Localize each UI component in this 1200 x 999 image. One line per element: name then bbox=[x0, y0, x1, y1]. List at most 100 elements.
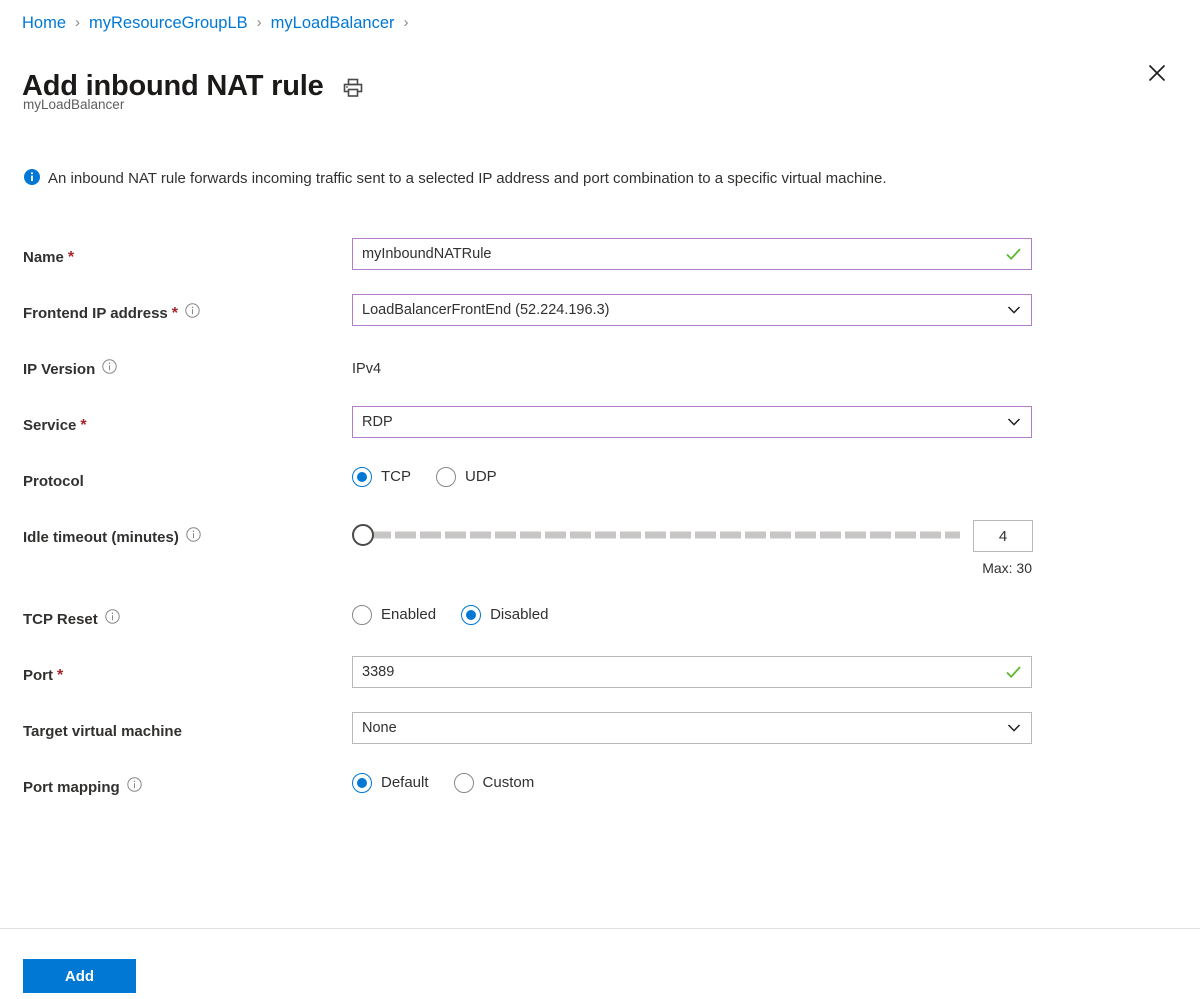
breadcrumb-separator: › bbox=[75, 13, 80, 33]
breadcrumb-item-resource-group[interactable]: myResourceGroupLB bbox=[89, 13, 248, 33]
control-protocol: TCP UDP bbox=[352, 462, 1200, 487]
frontend-ip-dropdown[interactable]: LoadBalancerFrontEnd (52.224.196.3) bbox=[352, 294, 1032, 326]
info-icon[interactable] bbox=[127, 777, 142, 799]
label-port-text: Port bbox=[23, 665, 53, 687]
form-row-target-vm: Target virtual machine None bbox=[0, 712, 1200, 768]
chevron-down-icon bbox=[1006, 414, 1022, 430]
label-name: Name * bbox=[0, 238, 352, 269]
protocol-option-udp[interactable]: UDP bbox=[436, 467, 497, 487]
label-idle-timeout: Idle timeout (minutes) bbox=[0, 518, 352, 549]
breadcrumb-item-load-balancer[interactable]: myLoadBalancer bbox=[271, 13, 395, 33]
service-value: RDP bbox=[362, 414, 393, 430]
tcp-reset-option-enabled-label: Enabled bbox=[381, 605, 436, 625]
label-port-mapping-text: Port mapping bbox=[23, 777, 120, 799]
info-icon[interactable] bbox=[186, 527, 201, 549]
breadcrumb-separator: › bbox=[257, 13, 262, 33]
label-target-vm: Target virtual machine bbox=[0, 712, 352, 743]
form-row-service: Service * RDP bbox=[0, 406, 1200, 462]
radio-indicator bbox=[352, 605, 372, 625]
label-name-text: Name bbox=[23, 247, 64, 269]
form-row-ip-version: IP Version IPv4 bbox=[0, 350, 1200, 406]
tcp-reset-radio-group: Enabled Disabled bbox=[352, 600, 1200, 625]
required-asterisk: * bbox=[172, 303, 178, 325]
control-name: myInboundNATRule bbox=[352, 238, 1200, 270]
info-icon[interactable] bbox=[102, 359, 117, 381]
label-idle-timeout-text: Idle timeout (minutes) bbox=[23, 527, 179, 549]
checkmark-icon bbox=[1005, 664, 1022, 681]
port-mapping-option-default[interactable]: Default bbox=[352, 773, 429, 793]
control-frontend-ip: LoadBalancerFrontEnd (52.224.196.3) bbox=[352, 294, 1200, 326]
port-mapping-radio-group: Default Custom bbox=[352, 768, 1200, 793]
frontend-ip-value: LoadBalancerFrontEnd (52.224.196.3) bbox=[362, 302, 609, 318]
required-asterisk: * bbox=[68, 247, 74, 269]
control-port-mapping: Default Custom bbox=[352, 768, 1200, 793]
port-input[interactable]: 3389 bbox=[352, 656, 1032, 688]
form-row-port-mapping: Port mapping Default bbox=[0, 768, 1200, 824]
radio-indicator bbox=[352, 773, 372, 793]
name-input[interactable]: myInboundNATRule bbox=[352, 238, 1032, 270]
tcp-reset-option-enabled[interactable]: Enabled bbox=[352, 605, 436, 625]
label-service-text: Service bbox=[23, 415, 76, 437]
radio-indicator bbox=[454, 773, 474, 793]
chevron-down-icon bbox=[1006, 720, 1022, 736]
port-input-value: 3389 bbox=[362, 664, 394, 680]
radio-indicator bbox=[352, 467, 372, 487]
breadcrumb-item-home[interactable]: Home bbox=[22, 13, 66, 33]
form-row-port: Port * 3389 bbox=[0, 656, 1200, 712]
info-banner-text: An inbound NAT rule forwards incoming tr… bbox=[48, 166, 887, 191]
chevron-down-icon bbox=[1006, 302, 1022, 318]
control-service: RDP bbox=[352, 406, 1200, 438]
label-ip-version: IP Version bbox=[0, 350, 352, 381]
info-circle-icon bbox=[24, 169, 40, 190]
breadcrumb: Home › myResourceGroupLB › myLoadBalance… bbox=[22, 13, 418, 33]
idle-timeout-input[interactable]: 4 bbox=[973, 520, 1033, 552]
required-asterisk: * bbox=[80, 415, 86, 437]
label-service: Service * bbox=[0, 406, 352, 437]
info-icon[interactable] bbox=[185, 303, 200, 325]
close-icon[interactable] bbox=[1142, 58, 1172, 88]
idle-timeout-max-note: Max: 30 bbox=[982, 560, 1033, 576]
protocol-option-tcp[interactable]: TCP bbox=[352, 467, 411, 487]
control-target-vm: None bbox=[352, 712, 1200, 744]
label-protocol-text: Protocol bbox=[23, 471, 84, 493]
target-vm-dropdown[interactable]: None bbox=[352, 712, 1032, 744]
label-target-vm-text: Target virtual machine bbox=[23, 721, 182, 743]
control-tcp-reset: Enabled Disabled bbox=[352, 600, 1200, 625]
add-button[interactable]: Add bbox=[23, 959, 136, 993]
form-row-tcp-reset: TCP Reset Enabled bbox=[0, 600, 1200, 656]
port-mapping-option-custom[interactable]: Custom bbox=[454, 773, 535, 793]
add-inbound-nat-rule-blade: Home › myResourceGroupLB › myLoadBalance… bbox=[0, 0, 1200, 999]
label-tcp-reset: TCP Reset bbox=[0, 600, 352, 631]
label-frontend-ip: Frontend IP address * bbox=[0, 294, 352, 325]
ip-version-value: IPv4 bbox=[352, 350, 1200, 379]
label-frontend-ip-text: Frontend IP address bbox=[23, 303, 168, 325]
protocol-option-tcp-label: TCP bbox=[381, 467, 411, 487]
port-mapping-option-default-label: Default bbox=[381, 773, 429, 793]
port-mapping-option-custom-label: Custom bbox=[483, 773, 535, 793]
footer-divider bbox=[0, 928, 1200, 929]
tcp-reset-option-disabled[interactable]: Disabled bbox=[461, 605, 548, 625]
nat-rule-form: Name * myInboundNATRule Frontend IP addr… bbox=[0, 238, 1200, 824]
idle-timeout-value-column: 4 Max: 30 bbox=[973, 520, 1033, 576]
page-subtitle: myLoadBalancer bbox=[23, 96, 124, 114]
form-row-idle-timeout: Idle timeout (minutes) 4 bbox=[0, 518, 1200, 576]
info-banner: An inbound NAT rule forwards incoming tr… bbox=[24, 166, 1024, 191]
label-port-mapping: Port mapping bbox=[0, 768, 352, 799]
info-icon[interactable] bbox=[105, 609, 120, 631]
slider-track bbox=[370, 532, 960, 539]
target-vm-value: None bbox=[362, 720, 397, 736]
name-input-value: myInboundNATRule bbox=[362, 246, 492, 262]
label-protocol: Protocol bbox=[0, 462, 352, 493]
control-port: 3389 bbox=[352, 656, 1200, 688]
slider-thumb[interactable] bbox=[352, 524, 374, 546]
form-row-name: Name * myInboundNATRule bbox=[0, 238, 1200, 294]
idle-timeout-slider[interactable] bbox=[352, 520, 960, 550]
control-idle-timeout: 4 Max: 30 bbox=[352, 518, 1200, 576]
label-tcp-reset-text: TCP Reset bbox=[23, 609, 98, 631]
protocol-radio-group: TCP UDP bbox=[352, 462, 1200, 487]
print-icon[interactable] bbox=[342, 77, 364, 99]
idle-timeout-slider-wrap: 4 Max: 30 bbox=[352, 518, 1200, 576]
required-asterisk: * bbox=[57, 665, 63, 687]
service-dropdown[interactable]: RDP bbox=[352, 406, 1032, 438]
label-port: Port * bbox=[0, 656, 352, 687]
